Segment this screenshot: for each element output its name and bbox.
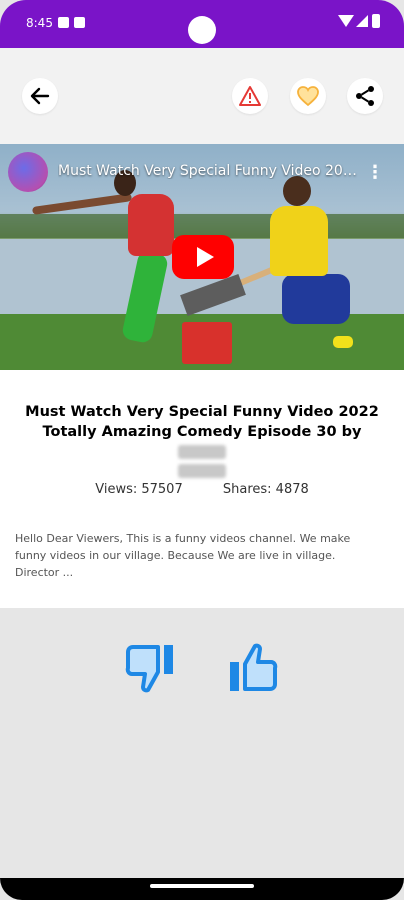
signal-icon [356, 15, 368, 27]
status-bar: 8:45 [0, 0, 404, 48]
play-icon [196, 247, 214, 267]
vote-area [0, 608, 404, 878]
camera-cutout [188, 16, 216, 44]
play-button[interactable] [172, 235, 234, 279]
heart-icon [297, 86, 319, 107]
home-gesture-handle[interactable] [150, 884, 254, 888]
redacted-channel-name-2 [178, 464, 226, 478]
more-vertical-icon[interactable]: ⋮ [366, 162, 384, 183]
like-button[interactable] [225, 640, 281, 696]
battery-icon [372, 14, 380, 28]
video-description: Hello Dear Viewers, This is a funny vide… [15, 532, 351, 579]
redacted-channel-name [178, 445, 226, 459]
video-info-card: Must Watch Very Special Funny Video 2022… [0, 370, 404, 608]
status-time: 8:45 [26, 16, 53, 30]
back-button[interactable] [22, 78, 58, 114]
notification-icon [58, 17, 69, 28]
dislike-button[interactable] [122, 640, 178, 696]
warning-icon [239, 86, 261, 106]
video-player[interactable]: Must Watch Very Special Funny Video 2022… [0, 144, 404, 370]
report-button[interactable] [232, 78, 268, 114]
thumbs-down-icon [125, 645, 173, 693]
share-button[interactable] [347, 78, 383, 114]
shares-count: Shares: 4878 [222, 482, 309, 497]
top-toolbar [0, 48, 404, 144]
views-count: Views: 57507 [95, 482, 183, 497]
video-title: Must Watch Very Special Funny Video 2022… [25, 404, 379, 440]
arrow-left-icon [30, 87, 50, 105]
sim-card-icon [74, 17, 85, 28]
video-stats: Views: 57507 Shares: 4878 [0, 482, 404, 497]
navigation-gesture-bar [0, 878, 404, 900]
video-title-block: Must Watch Very Special Funny Video 2022… [18, 402, 386, 478]
video-overlay-title: Must Watch Very Special Funny Video 2022… [58, 163, 358, 179]
share-icon [356, 86, 374, 106]
wifi-icon [338, 15, 354, 27]
thumbs-up-icon [230, 643, 278, 691]
channel-avatar[interactable] [8, 152, 48, 192]
favorite-button[interactable] [290, 78, 326, 114]
